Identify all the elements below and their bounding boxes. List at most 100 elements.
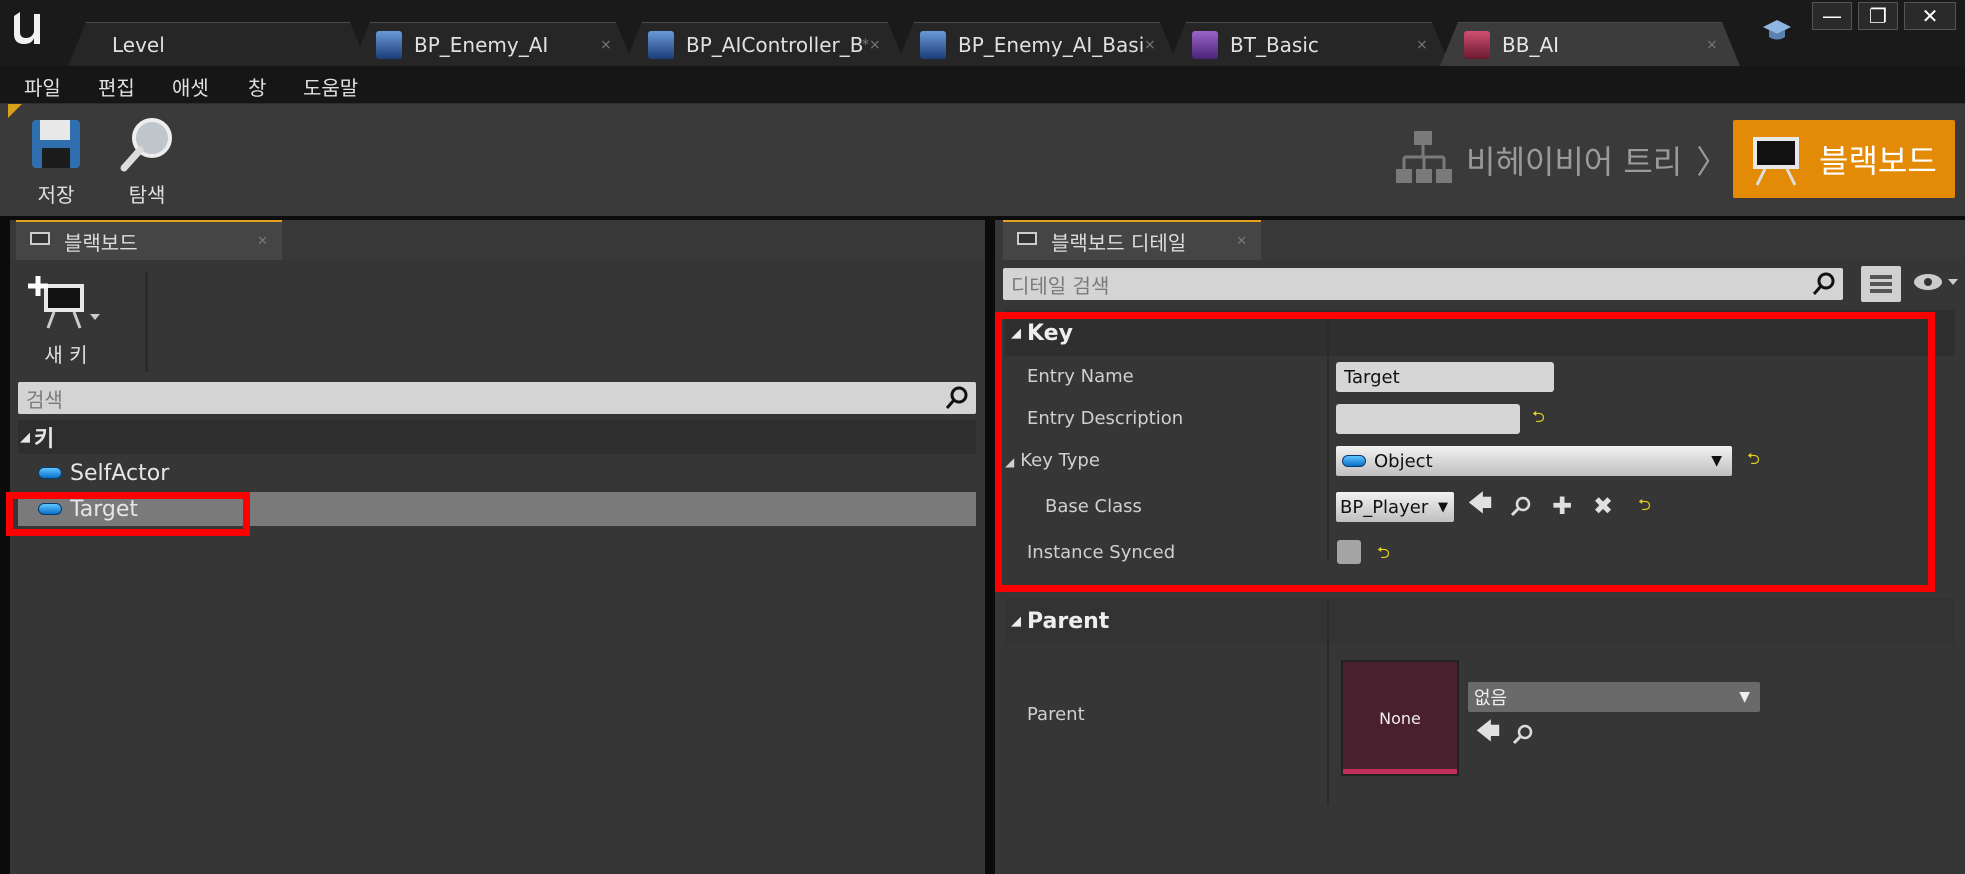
blackboard-small-icon	[1017, 232, 1037, 245]
entry-description-field[interactable]	[1336, 404, 1520, 434]
mode-blackboard[interactable]: 블랙보드	[1733, 120, 1955, 198]
blackboard-search-input[interactable]: 검색	[18, 382, 976, 414]
instance-synced-checkbox[interactable]	[1337, 540, 1361, 564]
use-selected-arrow-icon[interactable]: 🡄	[1466, 489, 1494, 520]
key-row-selfactor[interactable]: SelfActor	[18, 456, 976, 490]
clear-x-icon[interactable]: ✖	[1589, 492, 1617, 520]
unreal-logo-icon[interactable]	[6, 4, 52, 50]
reset-to-default-icon[interactable]: ⮌	[1532, 406, 1545, 433]
minimize-button[interactable]: —	[1812, 2, 1852, 30]
behavior-tree-icon	[1192, 31, 1218, 59]
key-label: Target	[70, 496, 139, 522]
object-key-icon	[38, 503, 62, 515]
parent-value: 없음	[1474, 688, 1508, 709]
mode-separator: 〉	[1696, 143, 1729, 181]
save-label: 저장	[37, 183, 75, 207]
behavior-tree-icon	[1396, 131, 1452, 183]
collapse-triangle-icon: ◢	[20, 429, 30, 445]
key-category-row[interactable]: ◢ 키	[18, 420, 976, 454]
menu-window[interactable]: 창	[248, 72, 266, 101]
tab-level[interactable]: Level	[68, 22, 368, 66]
details-search-input[interactable]: 디테일 검색	[1003, 268, 1843, 300]
magnifier-icon	[120, 118, 172, 172]
key-label: SelfActor	[70, 460, 170, 486]
tab-label: BP_Enemy_AI	[414, 32, 549, 57]
reset-to-default-icon[interactable]: ⮌	[1638, 494, 1651, 521]
blueprint-icon	[376, 31, 402, 59]
collapse-triangle-icon: ◢	[1011, 325, 1021, 341]
close-icon[interactable]: ×	[1144, 37, 1156, 53]
reset-to-default-icon[interactable]: ⮌	[1377, 542, 1390, 569]
view-options-grid-icon[interactable]	[1861, 266, 1901, 302]
search-placeholder: 검색	[26, 387, 63, 412]
tab-bp-enemy-ai[interactable]: BP_Enemy_AI ×	[352, 22, 634, 66]
blackboard-icon	[1753, 137, 1799, 186]
key-section-header[interactable]: ◢ Key	[1005, 310, 1955, 356]
tab-blackboard-details-label: 블랙보드 디테일	[1051, 230, 1187, 255]
mode-behavior-tree[interactable]: 비헤이비어 트리 〉	[1390, 120, 1730, 200]
close-window-button[interactable]: ✕	[1904, 2, 1956, 30]
tab-bb-ai[interactable]: BB_AI ×	[1440, 22, 1740, 66]
menu-edit[interactable]: 편집	[98, 72, 135, 101]
key-category-label: 키	[34, 427, 55, 452]
search-placeholder: 디테일 검색	[1011, 273, 1110, 298]
save-button[interactable]: 저장	[22, 114, 90, 208]
browse-magnifier-icon[interactable]	[1507, 492, 1535, 520]
title-bar: Level BP_Enemy_AI × BP_AIController_Ba *…	[0, 0, 1965, 66]
key-type-value: Object	[1374, 450, 1433, 472]
close-icon[interactable]: ✕	[1236, 234, 1247, 249]
entry-name-field[interactable]: Target	[1336, 362, 1554, 392]
blueprint-controller-icon	[648, 31, 674, 59]
browse-magnifier-icon[interactable]	[1509, 720, 1537, 748]
new-key-button[interactable]: 새 키	[26, 274, 106, 368]
base-class-label: Base Class	[1045, 496, 1142, 517]
parent-section-header[interactable]: ◢ Parent	[1005, 598, 1955, 644]
toolbar-divider	[145, 272, 148, 372]
collapse-triangle-icon: ◢	[1011, 613, 1021, 629]
close-icon[interactable]: ×	[1416, 37, 1428, 53]
parent-section-title: Parent	[1027, 608, 1110, 634]
tab-bp-aicontroller[interactable]: BP_AIController_Ba *×	[624, 22, 906, 66]
new-key-label: 새 키	[44, 343, 88, 367]
collapse-triangle-icon: ◢	[1005, 455, 1015, 469]
save-icon	[32, 120, 80, 168]
close-icon[interactable]: *×	[862, 37, 884, 53]
menu-asset[interactable]: 애셋	[172, 72, 209, 101]
eye-visibility-icon[interactable]	[1911, 268, 1961, 296]
parent-dropdown[interactable]: 없음 ▼	[1468, 682, 1760, 712]
entry-name-label: Entry Name	[1027, 366, 1134, 387]
add-plus-icon[interactable]: ✚	[1548, 492, 1576, 520]
tab-blackboard[interactable]: 블랙보드 ✕	[16, 220, 282, 260]
key-type-dropdown[interactable]: Object ▼	[1336, 446, 1732, 476]
chevron-down-icon: ▼	[1711, 453, 1722, 469]
object-key-icon	[1342, 455, 1366, 467]
key-row-target[interactable]: Target	[18, 492, 976, 526]
blackboard-body	[10, 260, 985, 874]
column-divider	[1327, 598, 1329, 806]
tab-bp-enemy-ai-basic[interactable]: BP_Enemy_AI_Basic ×	[896, 22, 1178, 66]
reset-to-default-icon[interactable]: ⮌	[1747, 448, 1760, 475]
tab-level-label: Level	[112, 32, 165, 57]
base-class-dropdown[interactable]: BP_Player ▼	[1336, 492, 1454, 522]
instance-synced-label: Instance Synced	[1027, 542, 1176, 563]
browse-button[interactable]: 탐색	[110, 114, 184, 208]
tab-label: BP_AIController_Ba	[686, 32, 862, 57]
maximize-button[interactable]: ❐	[1858, 2, 1898, 30]
close-icon[interactable]: ✕	[257, 234, 268, 249]
graduation-cap-icon[interactable]	[1762, 18, 1792, 44]
use-selected-arrow-icon[interactable]: 🡄	[1474, 717, 1502, 748]
close-icon[interactable]: ×	[600, 37, 612, 53]
mode-blackboard-label: 블랙보드	[1819, 142, 1937, 180]
menu-bar: 파일 편집 애셋 창 도움말	[0, 66, 1965, 104]
blackboard-details-panel: 블랙보드 디테일 ✕ 디테일 검색 ◢ Key Entry Name Targe…	[995, 220, 1965, 874]
search-icon	[945, 386, 968, 409]
corner-marker	[8, 104, 22, 118]
tab-blackboard-details[interactable]: 블랙보드 디테일 ✕	[1003, 220, 1261, 260]
parent-thumbnail[interactable]: None	[1341, 660, 1459, 776]
close-icon[interactable]: ×	[1706, 37, 1718, 53]
menu-help[interactable]: 도움말	[303, 72, 358, 101]
blackboard-panel: 블랙보드 ✕ 새 키 검색 ◢ 키 SelfActor Target	[6, 220, 985, 874]
tab-label: BB_AI	[1502, 32, 1560, 57]
tab-bt-basic[interactable]: BT_Basic ×	[1168, 22, 1450, 66]
menu-file[interactable]: 파일	[24, 72, 61, 101]
